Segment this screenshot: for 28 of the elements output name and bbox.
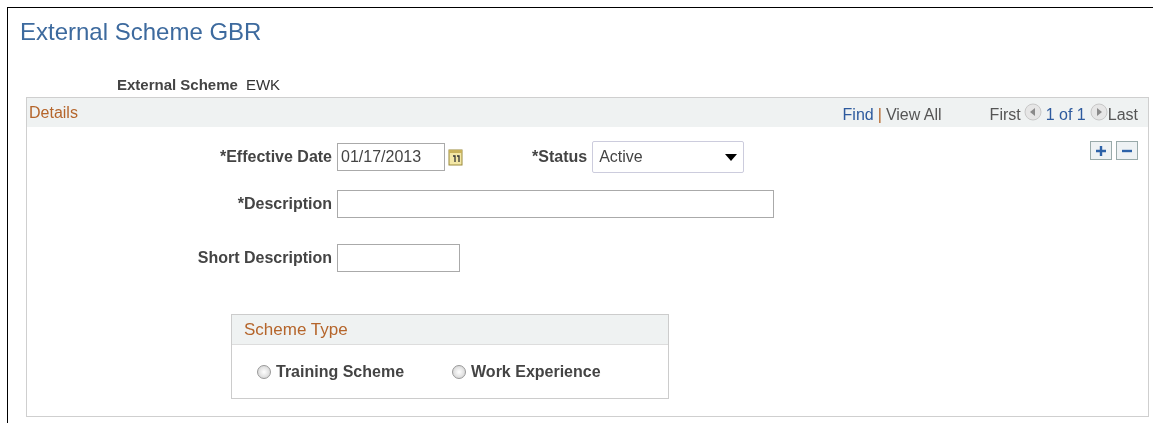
field-label: Short Description [196,249,332,267]
first-label: First [989,106,1021,124]
field-label: *Description [236,195,332,213]
description-field[interactable] [337,190,774,218]
previous-icon[interactable] [1023,103,1042,121]
last-label: Last [1107,106,1138,124]
caret-icon [725,153,738,161]
page-title: External Scheme GBR [20,18,262,46]
next-icon[interactable] [1089,103,1108,121]
add-row-button[interactable] [1090,141,1112,160]
record-counter: 1 of 1 [1045,106,1086,124]
separator: | [877,106,882,124]
find-link[interactable]: Find [842,106,874,124]
group-title: Scheme Type [232,315,668,345]
calendar-icon[interactable] [448,148,464,166]
field-label: External Scheme [117,76,238,93]
panel-title: Details [29,104,78,122]
field-value: EWK [245,76,281,93]
field-label: *Status [532,148,588,166]
status-dropdown[interactable]: Active [592,141,745,173]
short-description-field[interactable] [337,244,460,272]
plus-icon [1095,144,1107,157]
view-all-link[interactable]: View All [885,106,942,124]
radio-option[interactable]: Work Experience [452,363,601,381]
date-field[interactable]: 01/17/2013 [337,143,445,171]
radio-option[interactable]: Training Scheme [257,363,405,381]
delete-row-button[interactable] [1116,141,1138,160]
field-label: *Effective Date [218,148,332,166]
